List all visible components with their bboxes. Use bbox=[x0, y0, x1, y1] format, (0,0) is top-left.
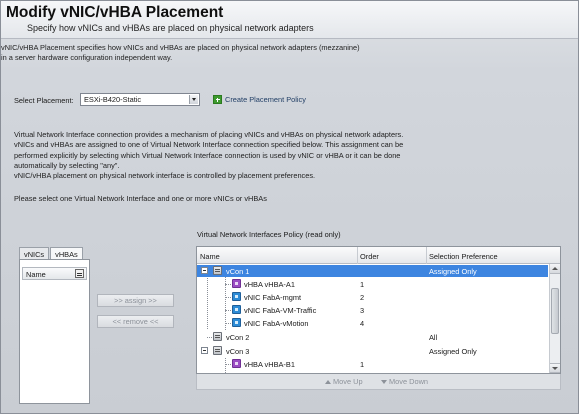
intro-line-1: vNIC/vHBA Placement specifies how vNICs … bbox=[1, 43, 360, 52]
chevron-down-icon[interactable] bbox=[189, 95, 198, 104]
page-subtitle: Specify how vNICs and vHBAs are placed o… bbox=[27, 23, 314, 33]
vcon-icon bbox=[213, 266, 222, 275]
explanation-line-3: performed explicitly by selecting which … bbox=[14, 151, 401, 160]
table-row[interactable]: vCon 1 Assigned Only bbox=[197, 265, 548, 277]
collapse-icon[interactable] bbox=[201, 267, 208, 274]
row-name: vCon 1 bbox=[226, 267, 250, 276]
list-header-name[interactable]: Name bbox=[22, 267, 87, 280]
column-header-selection-preference[interactable]: Selection Preference bbox=[429, 252, 498, 261]
table-row[interactable]: vNIC FabA-vMotion 4 bbox=[197, 317, 548, 329]
column-divider bbox=[426, 247, 427, 264]
move-up-button[interactable]: Move Up bbox=[325, 377, 363, 386]
vhba-list[interactable]: Name bbox=[19, 259, 90, 404]
dialog-header: Modify vNIC/vHBA Placement Specify how v… bbox=[1, 1, 578, 39]
table-action-bar: Move Up Move Down bbox=[196, 374, 561, 390]
row-order: 3 bbox=[360, 306, 365, 315]
row-order: 2 bbox=[360, 293, 365, 302]
vcon-icon bbox=[213, 332, 222, 341]
row-preference: All bbox=[429, 333, 438, 342]
placement-select[interactable]: ESXi-B420-Static bbox=[80, 93, 200, 106]
scroll-down-icon[interactable] bbox=[550, 363, 560, 373]
table-row[interactable]: vHBA vHBA-B1 1 bbox=[197, 358, 548, 370]
row-preference: Assigned Only bbox=[429, 347, 477, 356]
column-divider bbox=[357, 247, 358, 264]
column-chooser-icon[interactable] bbox=[75, 269, 84, 278]
remove-button[interactable]: << remove << bbox=[97, 315, 174, 328]
explanation-line-2: vNICs and vHBAs are assigned to one of V… bbox=[14, 140, 404, 149]
arrow-up-icon bbox=[325, 379, 331, 384]
create-placement-policy-link[interactable]: Create Placement Policy bbox=[213, 95, 306, 104]
column-header-order[interactable]: Order bbox=[360, 252, 379, 261]
vnic-icon bbox=[232, 305, 241, 314]
vhba-icon bbox=[232, 279, 241, 288]
move-down-label: Move Down bbox=[389, 377, 429, 386]
table-row[interactable]: vCon 2 All bbox=[197, 331, 548, 343]
modify-placement-dialog: Modify vNIC/vHBA Placement Specify how v… bbox=[0, 0, 579, 414]
plus-icon bbox=[213, 95, 222, 104]
table-row[interactable]: vNIC FabA-VM-Traffic 3 bbox=[197, 304, 548, 316]
assign-button[interactable]: >> assign >> bbox=[97, 294, 174, 307]
column-header-name[interactable]: Name bbox=[200, 252, 220, 261]
row-name: vNIC FabA-mgmt bbox=[244, 293, 302, 302]
select-placement-label: Select Placement: bbox=[14, 96, 74, 105]
move-up-label: Move Up bbox=[333, 377, 363, 386]
explanation-line-4: automatically by selecting "any". bbox=[14, 161, 120, 170]
move-down-button[interactable]: Move Down bbox=[381, 377, 428, 386]
vnic-icon bbox=[232, 318, 241, 327]
row-name: vCon 2 bbox=[226, 333, 250, 342]
row-name: vHBA vHBA-B1 bbox=[244, 360, 295, 369]
scroll-up-icon[interactable] bbox=[550, 264, 560, 274]
intro-line-2: in a server hardware configuration indep… bbox=[1, 53, 173, 62]
row-order: 1 bbox=[360, 360, 365, 369]
table-row[interactable]: vNIC FabA-mgmt 2 bbox=[197, 291, 548, 303]
instruction-text: Please select one Virtual Network Interf… bbox=[14, 194, 267, 203]
row-order: 4 bbox=[360, 319, 365, 328]
collapse-icon[interactable] bbox=[201, 347, 208, 354]
policy-table: Name Order Selection Preference vCon 1 A… bbox=[196, 246, 561, 374]
explanation-line-5: vNIC/vHBA placement on physical network … bbox=[14, 171, 316, 180]
table-row[interactable]: vHBA vHBA-A1 1 bbox=[197, 278, 548, 290]
table-header: Name Order Selection Preference bbox=[197, 247, 560, 264]
row-name: vNIC FabA-VM-Traffic bbox=[244, 306, 317, 315]
vnic-icon bbox=[232, 292, 241, 301]
placement-select-value: ESXi-B420-Static bbox=[84, 95, 142, 104]
create-placement-policy-label: Create Placement Policy bbox=[225, 95, 306, 104]
table-scrollbar[interactable] bbox=[549, 264, 560, 373]
row-name: vNIC FabA-vMotion bbox=[244, 319, 309, 328]
row-name: vHBA vHBA-A1 bbox=[244, 280, 295, 289]
vhba-icon bbox=[232, 359, 241, 368]
explanation-line-1: Virtual Network Interface connection pro… bbox=[14, 130, 404, 139]
arrow-down-icon bbox=[381, 379, 387, 384]
list-header-name-label: Name bbox=[26, 270, 46, 279]
table-row[interactable]: vCon 3 Assigned Only bbox=[197, 345, 548, 357]
row-name: vCon 3 bbox=[226, 347, 250, 356]
vcon-icon bbox=[213, 346, 222, 355]
policy-table-label: Virtual Network Interfaces Policy (read … bbox=[197, 230, 341, 239]
scroll-thumb[interactable] bbox=[551, 288, 559, 334]
page-title: Modify vNIC/vHBA Placement bbox=[6, 4, 224, 21]
row-order: 1 bbox=[360, 280, 365, 289]
row-preference: Assigned Only bbox=[429, 267, 477, 276]
